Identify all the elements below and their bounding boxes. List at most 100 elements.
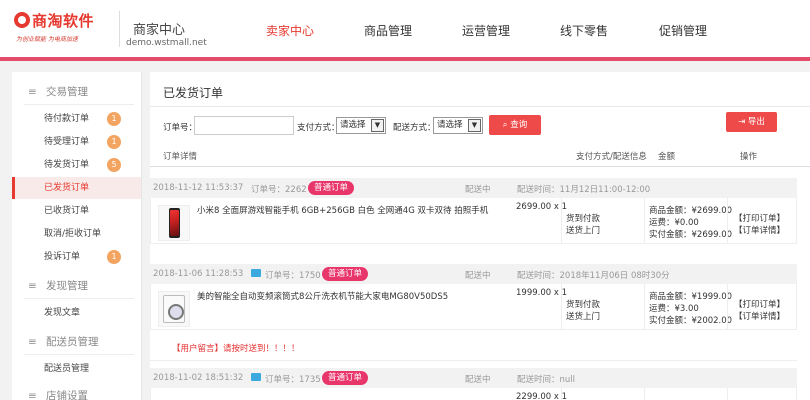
count-badge: 5 (107, 158, 121, 172)
sidebar-item-received[interactable]: 已收货订单 (12, 200, 141, 222)
sidebar-item-pending-accept[interactable]: 待受理订单 1 (12, 131, 141, 153)
order-status: 配送中 (465, 271, 491, 281)
order-header: 2018-11-06 11:28:53 订单号：1750 普通订单 配送中 配送… (150, 264, 797, 284)
pay-method-select[interactable]: 请选择 ▼ (336, 117, 386, 134)
divider (644, 388, 645, 400)
sidebar-item-cancelled[interactable]: 取消/拒收订单 (12, 223, 141, 245)
count-badge: 1 (107, 250, 121, 264)
product-name[interactable]: 小米8 全面屏游戏智能手机 6GB+256GB 白色 全网通4G 双卡双待 拍照… (197, 204, 488, 216)
topnav-goods[interactable]: 商品管理 (364, 22, 412, 39)
sidebar-item-courier-manage[interactable]: 配送员管理 (12, 358, 141, 380)
customer-message: 【用户留言】请按时送到！！！！ (172, 344, 300, 354)
topnav-seller-center[interactable]: 卖家中心 (266, 22, 314, 39)
divider (24, 298, 134, 299)
divider (561, 198, 562, 244)
paid-amount: 实付金额：¥2699.00 (649, 230, 733, 240)
divider (150, 106, 810, 107)
divider (24, 104, 134, 105)
sidebar-item-label: 投诉订单 (44, 252, 81, 262)
sidebar-item-shipped[interactable]: 已发货订单 (12, 177, 141, 199)
divider (561, 388, 562, 400)
goods-amount: 商品金额：¥2699.00 (649, 206, 733, 216)
export-button-label: 导出 (747, 117, 765, 127)
order-no-input[interactable] (194, 116, 294, 135)
column-header-amount: 金额 (658, 152, 676, 162)
product-price: 1999.00 x 1 (516, 288, 567, 298)
sidebar-group-courier[interactable]: ≡ 配送员管理 (28, 334, 99, 349)
logo-divider (119, 11, 120, 47)
column-header-actions: 操作 (740, 152, 758, 162)
site-title: 商家中心 (133, 23, 186, 38)
pc-icon (251, 373, 261, 381)
search-icon: ⌕ (502, 120, 508, 130)
divider (24, 354, 134, 355)
sidebar-group-discover[interactable]: ≡ 发现管理 (28, 278, 88, 293)
pay-method-value: 请选择 (340, 120, 366, 130)
divider (644, 284, 645, 330)
order-status: 配送中 (465, 375, 491, 385)
sidebar-item-pending-ship[interactable]: 待发货订单 5 (12, 154, 141, 176)
delivery-method: 送货上门 (566, 312, 601, 322)
sidebar-item-label: 发现文章 (44, 308, 81, 318)
order-type-badge: 普通订单 (322, 267, 369, 281)
sidebar-item-label: 待付款订单 (44, 114, 90, 124)
delivery-label: 配送方式： (393, 123, 436, 133)
order-card: 2018-11-12 11:53:37 订单号：2262 普通订单 配送中 配送… (150, 178, 797, 244)
product-price: 2699.00 x 1 (516, 202, 567, 212)
sidebar-item-complaints[interactable]: 投诉订单 1 (12, 246, 141, 268)
freight: 运费：¥0.00 (649, 218, 699, 228)
sidebar-group-label: 店铺设置 (46, 390, 88, 400)
sidebar-item-articles[interactable]: 发现文章 (12, 302, 141, 324)
sidebar-item-label: 取消/拒收订单 (44, 229, 102, 239)
order-body: 小米8 全面屏游戏智能手机 6GB+256GB 白色 全网通4G 双卡双待 拍照… (150, 198, 797, 244)
divider (727, 388, 728, 400)
delivery-select[interactable]: 请选择 ▼ (433, 117, 483, 134)
topnav-offline-retail[interactable]: 线下零售 (560, 22, 608, 39)
sidebar-group-label: 配送员管理 (46, 336, 99, 348)
divider (727, 284, 728, 330)
topnav-operations[interactable]: 运营管理 (462, 22, 510, 39)
count-badge: 1 (107, 112, 121, 126)
logo-slogan: 为创业赋能 为电商加速 (16, 36, 78, 43)
print-order-link[interactable]: 【打印订单】 (734, 212, 785, 224)
column-header-pay-delivery: 支付方式/配送信息 (576, 152, 647, 162)
count-badge: 1 (107, 135, 121, 149)
pay-method: 货到付款 (566, 300, 601, 310)
product-image[interactable] (158, 291, 190, 327)
column-header-order-detail: 订单详情 (163, 152, 198, 162)
chevron-down-icon: ▼ (371, 119, 384, 132)
sidebar-group-trade[interactable]: ≡ 交易管理 (28, 84, 88, 99)
print-order-link[interactable]: 【打印订单】 (734, 298, 785, 310)
export-icon: ⇥ (738, 117, 746, 127)
site-domain: demo.wstmall.net (126, 38, 207, 48)
search-button[interactable]: ⌕ 查询 (489, 115, 541, 135)
order-header: 2018-11-12 11:53:37 订单号：2262 普通订单 配送中 配送… (150, 178, 797, 198)
topnav-promotions[interactable]: 促销管理 (659, 22, 707, 39)
logo-name: 商淘软件 (32, 12, 95, 30)
order-no-label: 订单号： (163, 123, 198, 133)
order-type-badge: 普通订单 (308, 181, 355, 195)
chevron-down-icon: ▼ (468, 119, 481, 132)
order-detail-link[interactable]: 【订单详情】 (734, 224, 785, 236)
sidebar-item-label: 已发货订单 (44, 183, 90, 193)
order-card: 2018-11-06 11:28:53 订单号：1750 普通订单 配送中 配送… (150, 264, 797, 330)
product-name[interactable]: 美的智能全自动变频滚筒式8公斤洗衣机节能大家电MG80V50DS5 (197, 290, 448, 302)
sidebar-item-pending-payment[interactable]: 待付款订单 1 (12, 108, 141, 130)
export-button[interactable]: ⇥ 导出 (726, 112, 777, 132)
sidebar-group-shop-settings[interactable]: ≡ 店铺设置 (28, 388, 88, 400)
sidebar-group-label: 交易管理 (46, 86, 88, 98)
logo[interactable]: 商淘软件 为创业赋能 为电商加速 (14, 8, 114, 48)
order-detail-link[interactable]: 【订单详情】 (734, 310, 785, 322)
sidebar-item-label: 待发货订单 (44, 160, 90, 170)
order-time: 2018-11-12 11:53:37 (153, 183, 244, 193)
delivery-value: 请选择 (437, 120, 463, 130)
divider (150, 166, 810, 167)
logo-icon (14, 12, 30, 28)
sidebar-group-label: 发现管理 (46, 280, 88, 292)
delivery-time: 配送时间：null (517, 375, 575, 385)
product-image[interactable] (158, 205, 190, 241)
divider (727, 198, 728, 244)
header-accent-line (0, 57, 810, 61)
menu-icon: ≡ (28, 280, 37, 292)
divider (150, 360, 797, 361)
